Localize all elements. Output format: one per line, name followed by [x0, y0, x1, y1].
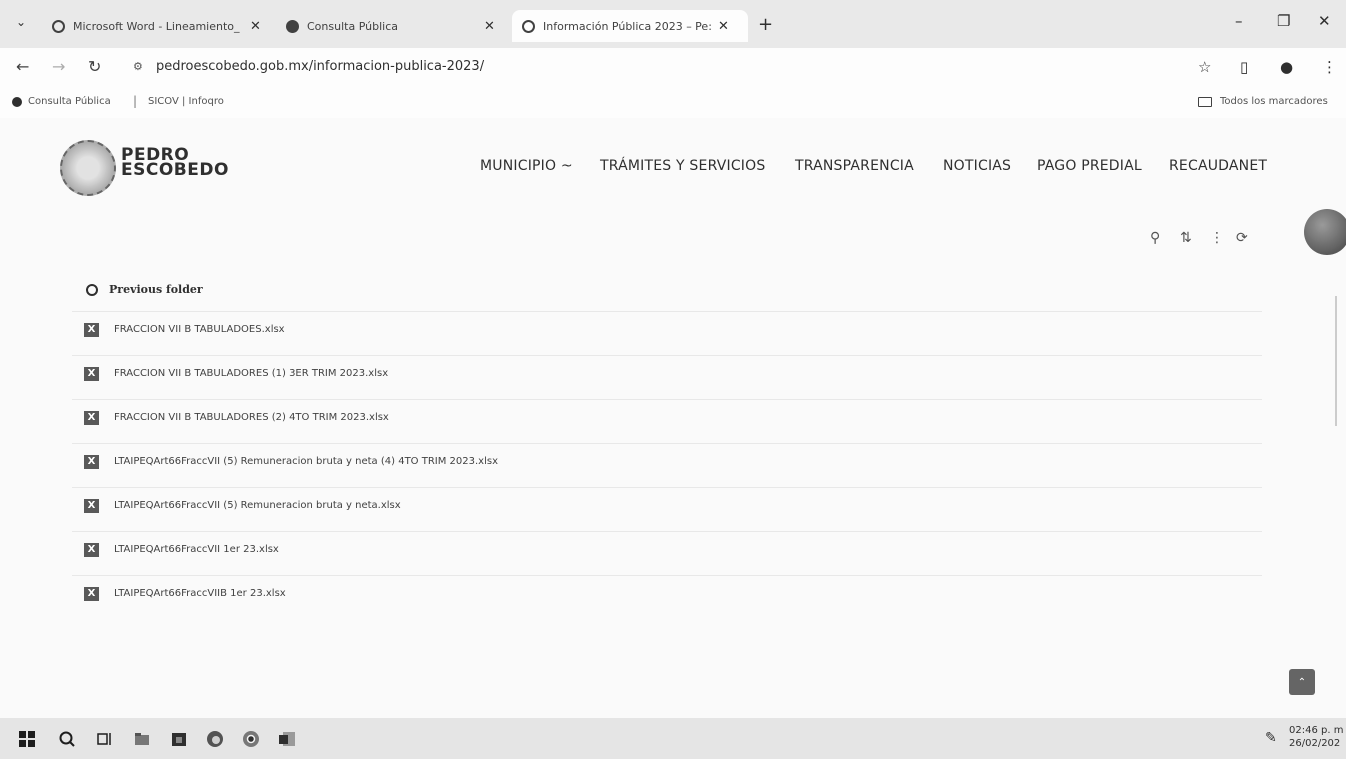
file-row[interactable]: X FRACCION VII B TABULADOES.xlsx — [72, 311, 1262, 347]
site-settings-icon[interactable]: ⚙ — [133, 60, 143, 73]
file-explorer-icon[interactable] — [133, 730, 151, 748]
store-icon[interactable] — [170, 730, 188, 748]
globe-icon — [522, 19, 535, 33]
forward-icon[interactable]: → — [52, 57, 65, 76]
tab-consulta[interactable]: Consulta Pública ✕ — [286, 10, 506, 42]
word-app-icon[interactable] — [278, 730, 296, 748]
nav-transparencia[interactable]: TRANSPARENCIA — [795, 158, 914, 174]
logo-line-2: ESCOBEDO — [121, 160, 229, 180]
floating-avatar[interactable] — [1304, 209, 1346, 255]
close-window-icon[interactable]: ✕ — [1318, 12, 1331, 30]
task-view-icon[interactable] — [96, 730, 114, 748]
system-clock[interactable]: 02:46 p. m 26/02/202 — [1289, 724, 1343, 750]
restore-icon[interactable]: ❐ — [1277, 12, 1290, 30]
info-icon — [12, 96, 22, 107]
tab-search-chevron-icon[interactable]: ⌄ — [16, 15, 26, 29]
scrollbar[interactable] — [1335, 296, 1337, 426]
bookmark-separator: | — [133, 94, 138, 108]
excel-file-icon: X — [84, 586, 99, 601]
back-icon[interactable]: ← — [16, 57, 29, 76]
tab-word[interactable]: Microsoft Word - Lineamiento_ ✕ — [52, 10, 272, 42]
excel-file-icon: X — [84, 322, 99, 337]
scroll-to-top-button[interactable]: ⌃ — [1289, 669, 1315, 695]
minimize-icon[interactable]: – — [1235, 12, 1243, 30]
search-icon[interactable]: ⚲ — [1150, 230, 1160, 246]
nav-municipio[interactable]: MUNICIPIO ~ — [480, 158, 573, 174]
file-name: FRACCION VII B TABULADORES (2) 4TO TRIM … — [114, 412, 389, 423]
bookmarks-bar: Consulta Pública | SICOV | Infoqro Todos… — [0, 86, 1346, 118]
file-name: LTAIPEQArt66FraccVII (5) Remuneracion br… — [114, 500, 401, 511]
web-page: PEDRO ESCOBEDO MUNICIPIO ~ TRÁMITES Y SE… — [0, 118, 1346, 718]
back-circle-icon — [86, 283, 98, 296]
tab-title: Consulta Pública — [307, 19, 398, 33]
browser-tab-bar: ⌄ Microsoft Word - Lineamiento_ ✕ Consul… — [0, 0, 1346, 48]
file-row[interactable]: X FRACCION VII B TABULADORES (1) 3ER TRI… — [72, 355, 1262, 391]
nav-pago-predial[interactable]: PAGO PREDIAL — [1037, 158, 1142, 174]
file-row[interactable]: X LTAIPEQArt66FraccVII (5) Remuneracion … — [72, 487, 1262, 523]
municipality-seal-logo[interactable] — [60, 140, 116, 196]
chrome-browser-icon[interactable] — [242, 730, 260, 748]
bookmark-star-icon[interactable]: ☆ — [1198, 58, 1211, 76]
previous-folder-label: Previous folder — [109, 283, 203, 296]
file-name: FRACCION VII B TABULADOES.xlsx — [114, 324, 285, 335]
file-name: LTAIPEQArt66FraccVIIB 1er 23.xlsx — [114, 588, 286, 599]
more-options-icon[interactable]: ⋮ — [1210, 230, 1224, 246]
excel-file-icon: X — [84, 366, 99, 381]
sort-icon[interactable]: ⇅ — [1180, 230, 1192, 246]
edge-browser-icon[interactable] — [206, 730, 224, 748]
folder-icon — [1198, 96, 1212, 107]
file-name: LTAIPEQArt66FraccVII 1er 23.xlsx — [114, 544, 279, 555]
bookmark-consulta[interactable]: Consulta Pública — [12, 96, 111, 107]
side-panel-icon[interactable]: ▯ — [1240, 58, 1248, 76]
clock-date: 26/02/202 — [1289, 738, 1341, 749]
windows-start-icon[interactable] — [18, 730, 36, 748]
file-name: LTAIPEQArt66FraccVII (5) Remuneracion br… — [114, 456, 498, 467]
nav-tramites[interactable]: TRÁMITES Y SERVICIOS — [600, 158, 765, 174]
tab-informacion[interactable]: Información Pública 2023 – Pe: ✕ — [512, 10, 748, 42]
file-row[interactable]: X FRACCION VII B TABULADORES (2) 4TO TRI… — [72, 399, 1262, 435]
refresh-icon[interactable]: ⟳ — [1236, 230, 1248, 246]
file-row[interactable]: X LTAIPEQArt66FraccVIIB 1er 23.xlsx — [72, 575, 1262, 611]
close-tab-icon[interactable]: ✕ — [718, 19, 729, 34]
excel-file-icon: X — [84, 542, 99, 557]
bookmark-label: Todos los marcadores — [1220, 96, 1328, 107]
tab-title: Microsoft Word - Lineamiento_ — [73, 19, 240, 33]
profile-icon[interactable]: ● — [1280, 58, 1293, 76]
site-logo-text[interactable]: PEDRO ESCOBEDO — [121, 147, 229, 180]
address-bar: ← → ↻ ⚙ pedroescobedo.gob.mx/informacion… — [0, 48, 1346, 86]
close-tab-icon[interactable]: ✕ — [250, 19, 261, 34]
all-bookmarks-folder[interactable]: Todos los marcadores — [1198, 96, 1328, 107]
bookmark-label: SICOV | Infoqro — [148, 96, 224, 107]
windows-taskbar: ✎ 02:46 p. m 26/02/202 — [0, 718, 1346, 759]
globe-icon — [52, 19, 65, 33]
previous-folder-link[interactable]: Previous folder — [86, 283, 203, 296]
file-row[interactable]: X LTAIPEQArt66FraccVII (5) Remuneracion … — [72, 443, 1262, 479]
bookmark-label: Consulta Pública — [28, 96, 111, 107]
file-row[interactable]: X LTAIPEQArt66FraccVII 1er 23.xlsx — [72, 531, 1262, 567]
excel-file-icon: X — [84, 410, 99, 425]
excel-file-icon: X — [84, 498, 99, 513]
nav-recaudanet[interactable]: RECAUDANET — [1169, 158, 1267, 174]
file-name: FRACCION VII B TABULADORES (1) 3ER TRIM … — [114, 368, 389, 379]
pen-icon[interactable]: ✎ — [1265, 730, 1277, 746]
tab-title: Información Pública 2023 – Pe: — [543, 19, 712, 33]
bookmark-sicov[interactable]: SICOV | Infoqro — [148, 96, 224, 107]
search-icon[interactable] — [58, 730, 76, 748]
info-icon — [286, 19, 299, 33]
url-field[interactable]: pedroescobedo.gob.mx/informacion-publica… — [156, 59, 484, 74]
clock-time: 02:46 p. m — [1289, 725, 1344, 736]
close-tab-icon[interactable]: ✕ — [484, 19, 495, 34]
new-tab-icon[interactable]: + — [758, 14, 773, 35]
more-menu-icon[interactable]: ⋮ — [1322, 58, 1337, 76]
excel-file-icon: X — [84, 454, 99, 469]
reload-icon[interactable]: ↻ — [88, 57, 101, 76]
nav-noticias[interactable]: NOTICIAS — [943, 158, 1011, 174]
